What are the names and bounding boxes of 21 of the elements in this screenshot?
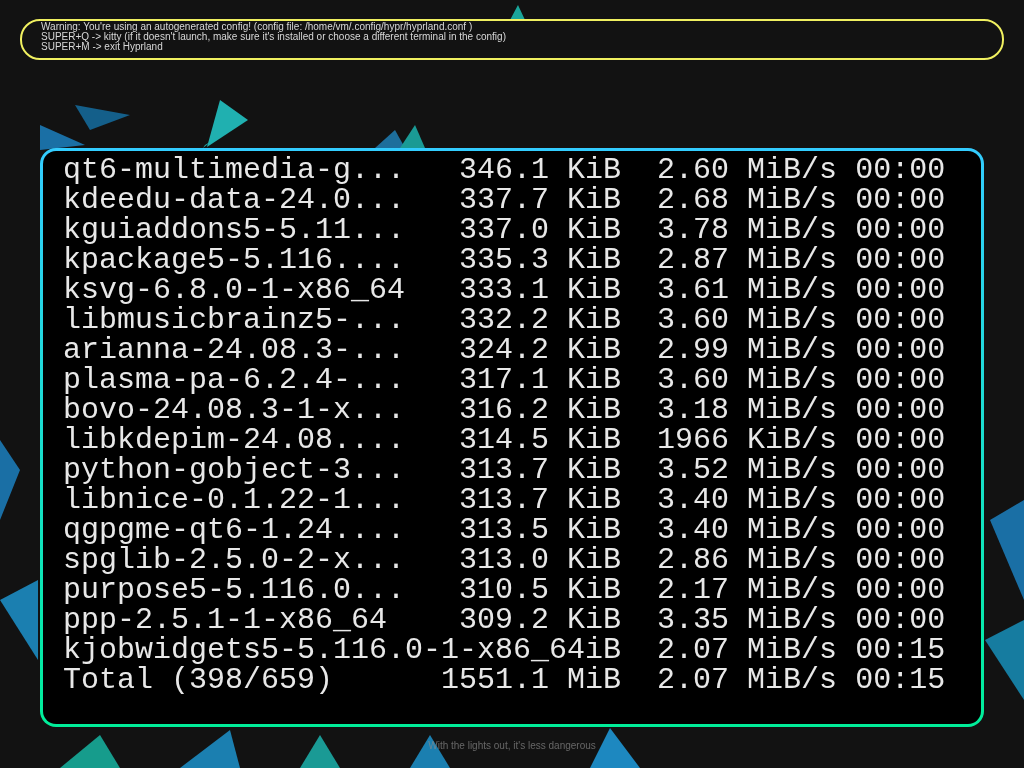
- terminal-line: arianna-24.08.3-... 324.2 KiB 2.99 MiB/s 00:00: [63, 335, 946, 365]
- terminal-line: ppp-2.5.1-1-x86_64 309.2 KiB 3.35 MiB/s 00:00: [63, 605, 946, 635]
- notification-line: SUPER+M -> exit Hyprland: [41, 42, 164, 52]
- terminal-line: libmusicbrainz5-... 332.2 KiB 3.60 MiB/s 00:00: [63, 305, 946, 335]
- terminal-line: ksvg-6.8.0-1-x86_64 333.1 KiB 3.61 MiB/s 00:00: [63, 275, 946, 305]
- terminal-line: python-gobject-3... 313.7 KiB 3.52 MiB/s 00:00: [63, 455, 946, 485]
- terminal-line: Total (398/659) 1551.1 MiB 2.07 MiB/s 00:15: [63, 665, 946, 695]
- notification-line: SUPER+Q -> kitty (if it doesn't launch, make sure it's installed or choose a different terminal in the config): [41, 32, 507, 42]
- terminal-line: spglib-2.5.0-2-x... 313.0 KiB 2.86 MiB/s 00:00: [63, 545, 946, 575]
- notification-line: Warning: You're using an autogenerated config! (config file: /home/vm/.config/hypr/hyprland.conf ): [41, 22, 474, 32]
- terminal-line: qt6-multimedia-g... 346.1 KiB 2.60 MiB/s 00:00: [63, 155, 946, 185]
- terminal-line: qgpgme-qt6-1.24.... 313.5 KiB 3.40 MiB/s 00:00: [63, 515, 946, 545]
- terminal-line: kpackage5-5.116.... 335.3 KiB 2.87 MiB/s 00:00: [63, 245, 946, 275]
- terminal-line: plasma-pa-6.2.4-... 317.1 KiB 3.60 MiB/s 00:00: [63, 365, 946, 395]
- terminal-line: kdeedu-data-24.0... 337.7 KiB 2.68 MiB/s 00:00: [63, 185, 946, 215]
- terminal-line: purpose5-5.116.0... 310.5 KiB 2.17 MiB/s 00:00: [63, 575, 946, 605]
- terminal-line: kguiaddons5-5.11... 337.0 KiB 3.78 MiB/s 00:00: [63, 215, 946, 245]
- terminal-line: libnice-0.1.22-1... 313.7 KiB 3.40 MiB/s 00:00: [63, 485, 946, 515]
- terminal-line: kjobwidgets5-5.116.0-1-x86_64iB 2.07 MiB/s 00:15: [63, 635, 946, 665]
- terminal-line: libkdepim-24.08.... 314.5 KiB 1966 KiB/s 00:00: [63, 425, 946, 455]
- terminal-line: bovo-24.08.3-1-x... 316.2 KiB 3.18 MiB/s 00:00: [63, 395, 946, 425]
